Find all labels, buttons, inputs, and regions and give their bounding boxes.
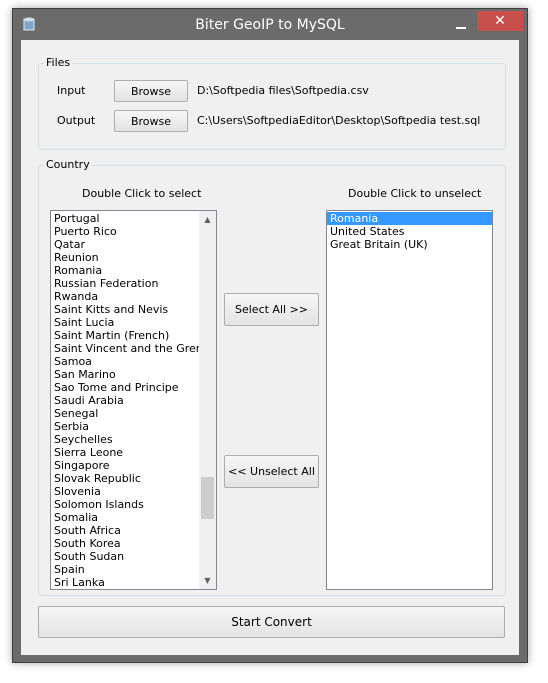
list-scrollbar[interactable]: ▲ ▼ — [199, 211, 216, 589]
list-item[interactable]: South Sudan — [51, 550, 216, 563]
list-item[interactable]: Saint Lucia — [51, 316, 216, 329]
list-item[interactable]: Samoa — [51, 355, 216, 368]
available-country-list[interactable]: Portugal Puerto Rico Qatar Reunion Romania Ru… — [50, 210, 217, 590]
list-item[interactable]: San Marino — [51, 368, 216, 381]
list-item[interactable]: Senegal — [51, 407, 216, 420]
list-item[interactable]: Russian Federation — [51, 277, 216, 290]
client-area: Files Input Browse D:\Softpedia files\So… — [21, 40, 519, 655]
list-item[interactable]: Romania — [51, 264, 216, 277]
minimize-button[interactable] — [456, 19, 466, 29]
output-path: C:\Users\SoftpediaEditor\Desktop\Softped… — [197, 114, 481, 127]
unselect-all-button[interactable]: << Unselect All — [224, 455, 319, 488]
close-button[interactable]: ✕ — [477, 11, 523, 31]
list-item[interactable]: Sri Lanka — [51, 576, 216, 589]
list-item[interactable]: United States — [327, 225, 492, 238]
files-group: Files Input Browse D:\Softpedia files\So… — [38, 56, 506, 150]
list-item[interactable]: Saint Martin (French) — [51, 329, 216, 342]
list-item[interactable]: South Africa — [51, 524, 216, 537]
list-item[interactable]: Romania — [327, 212, 492, 225]
start-convert-button[interactable]: Start Convert — [38, 606, 505, 638]
input-browse-button[interactable]: Browse — [114, 80, 188, 102]
selected-header: Double Click to unselect — [348, 187, 482, 200]
selected-country-list[interactable]: Romania United States Great Britain (UK) — [326, 210, 493, 590]
list-item[interactable]: Puerto Rico — [51, 225, 216, 238]
country-group: Country Double Click to select Double Cl… — [38, 158, 506, 596]
list-item[interactable]: Sierra Leone — [51, 446, 216, 459]
input-path: D:\Softpedia files\Softpedia.csv — [197, 84, 369, 97]
title-bar[interactable]: Biter GeoIP to MySQL ✕ — [13, 9, 527, 40]
list-item[interactable]: Reunion — [51, 251, 216, 264]
list-item[interactable]: Saint Kitts and Nevis — [51, 303, 216, 316]
list-item[interactable]: Rwanda — [51, 290, 216, 303]
chevron-down-icon[interactable]: ▼ — [199, 572, 216, 589]
list-item[interactable]: Great Britain (UK) — [327, 238, 492, 251]
list-item[interactable]: Slovenia — [51, 485, 216, 498]
app-window: Biter GeoIP to MySQL ✕ Files Input Brows… — [12, 8, 528, 663]
list-item[interactable]: Portugal — [51, 212, 216, 225]
list-item[interactable]: Singapore — [51, 459, 216, 472]
select-all-button[interactable]: Select All >> — [224, 293, 319, 326]
chevron-up-icon[interactable]: ▲ — [199, 211, 216, 228]
list-item[interactable]: Saudi Arabia — [51, 394, 216, 407]
available-header: Double Click to select — [82, 187, 202, 200]
list-item[interactable]: Sao Tome and Principe — [51, 381, 216, 394]
list-item[interactable]: Slovak Republic — [51, 472, 216, 485]
list-item[interactable]: Serbia — [51, 420, 216, 433]
output-label: Output — [57, 114, 96, 127]
list-item[interactable]: Spain — [51, 563, 216, 576]
scroll-thumb[interactable] — [201, 477, 214, 519]
list-item[interactable]: Saint Vincent and the Grenadines — [51, 342, 216, 355]
list-item[interactable]: South Korea — [51, 537, 216, 550]
files-legend: Files — [44, 56, 73, 69]
window-title: Biter GeoIP to MySQL — [195, 17, 345, 33]
list-item[interactable]: Seychelles — [51, 433, 216, 446]
list-item[interactable]: Qatar — [51, 238, 216, 251]
output-browse-button[interactable]: Browse — [114, 110, 188, 132]
input-label: Input — [57, 84, 86, 97]
list-item[interactable]: Solomon Islands — [51, 498, 216, 511]
list-item[interactable]: Somalia — [51, 511, 216, 524]
country-legend: Country — [44, 158, 92, 171]
